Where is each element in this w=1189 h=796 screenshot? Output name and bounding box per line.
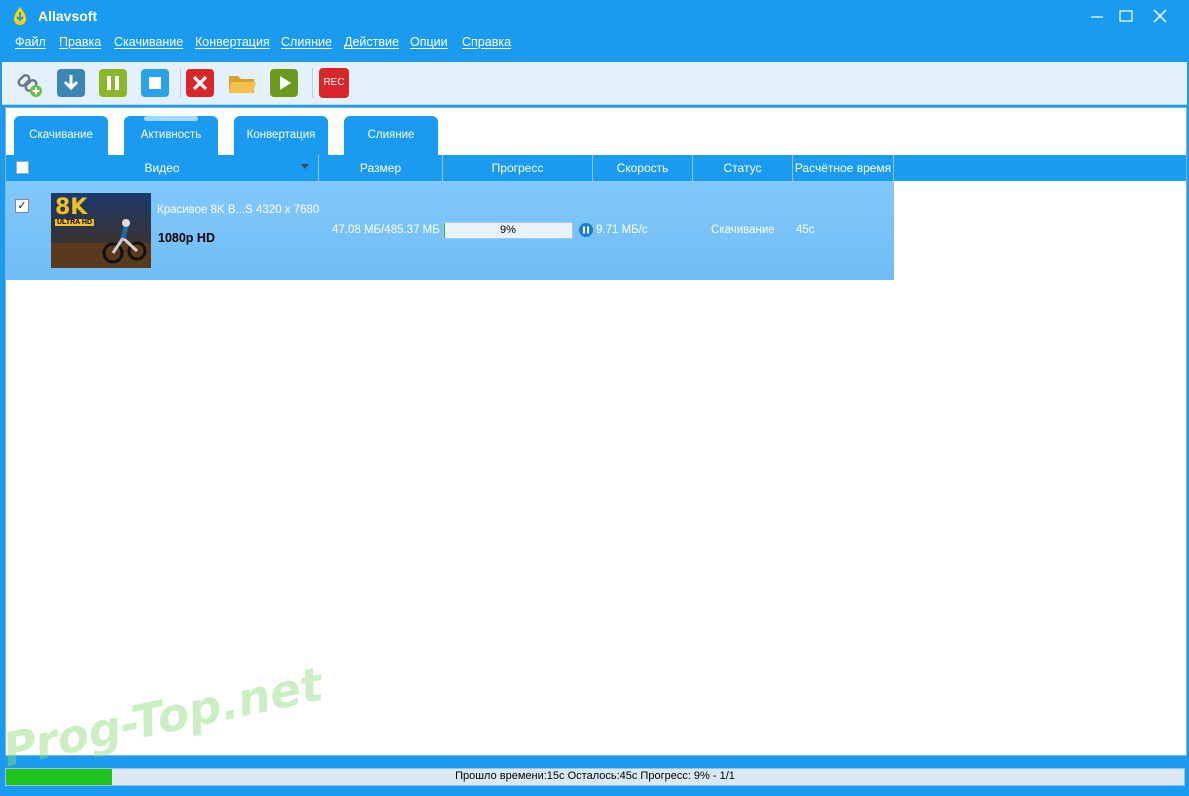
column-speed[interactable]: Скорость: [593, 155, 693, 181]
download-eta: 45с: [796, 224, 815, 236]
row-pause-icon[interactable]: [579, 223, 593, 237]
video-quality: 1080p HD: [158, 231, 215, 245]
toolbar-separator: [180, 68, 181, 98]
thumbnail-8k-text: 8K: [55, 195, 88, 220]
play-icon[interactable]: [269, 68, 299, 98]
video-size: 47.08 МБ/485.37 МБ: [332, 224, 440, 236]
app-window: Allavsoft Файл Правка Скачивание Конверт…: [0, 0, 1189, 796]
app-logo-icon: [14, 7, 26, 25]
column-status[interactable]: Статус: [693, 155, 793, 181]
download-status: Скачивание: [711, 224, 775, 236]
toolbar-separator: [312, 68, 313, 98]
video-thumbnail: 8K ULTRA HD: [51, 193, 151, 268]
menu-convert[interactable]: Конвертация: [195, 35, 270, 49]
stop-icon[interactable]: [140, 68, 170, 98]
toolbar: REC: [2, 62, 1187, 105]
download-icon[interactable]: [56, 68, 86, 98]
tab-convert[interactable]: Конвертация: [234, 116, 328, 156]
table-header: Видео Размер Прогресс Скорость Статус Ра…: [6, 155, 1186, 181]
column-size[interactable]: Размер: [319, 155, 443, 181]
column-eta[interactable]: Расчётное время: [793, 155, 894, 181]
menu-edit[interactable]: Правка: [59, 35, 101, 49]
column-progress[interactable]: Прогресс: [443, 155, 593, 181]
sort-down-icon[interactable]: [301, 164, 309, 169]
app-title: Allavsoft: [38, 8, 98, 24]
record-icon[interactable]: REC: [319, 68, 349, 98]
tab-activity[interactable]: Активность: [124, 116, 218, 156]
video-title: Красивое 8K В...S 4320 x 7680: [157, 204, 320, 216]
tab-download[interactable]: Скачивание: [14, 116, 108, 156]
open-folder-icon[interactable]: [227, 68, 257, 98]
menu-options[interactable]: Опции: [410, 35, 448, 49]
row-progress-label: 9%: [500, 224, 516, 236]
table-row[interactable]: ✓ 8K ULTRA HD Красивое 8K В...S 4320 x 7…: [6, 181, 894, 280]
delete-icon[interactable]: [185, 68, 215, 98]
title-bar: Allavsoft: [0, 0, 1189, 32]
menu-bar: Файл Правка Скачивание Конвертация Слиян…: [0, 32, 1189, 54]
download-speed: 9.71 МБ/с: [596, 224, 648, 236]
main-panel: Скачивание Активность Конвертация Слияни…: [5, 107, 1187, 756]
menu-file[interactable]: Файл: [15, 35, 46, 49]
menu-help[interactable]: Справка: [462, 35, 511, 49]
menu-merge[interactable]: Слияние: [281, 35, 332, 49]
menu-action[interactable]: Действие: [344, 35, 399, 49]
minimize-button[interactable]: [1082, 4, 1112, 28]
menu-download[interactable]: Скачивание: [114, 35, 183, 49]
thumbnail-uhd-text: ULTRA HD: [55, 219, 94, 226]
column-video[interactable]: Видео: [6, 155, 319, 181]
pause-icon[interactable]: [98, 68, 128, 98]
row-checkbox[interactable]: ✓: [15, 199, 29, 213]
add-url-icon[interactable]: [14, 68, 44, 98]
tab-merge[interactable]: Слияние: [344, 116, 438, 156]
status-text: Прошло времени:15с Осталось:45с Прогресс…: [455, 770, 735, 782]
maximize-button[interactable]: [1111, 4, 1141, 28]
close-button[interactable]: [1145, 4, 1175, 28]
row-progress-bar: 9%: [443, 222, 573, 239]
status-bar: Прошло времени:15с Осталось:45с Прогресс…: [5, 768, 1185, 786]
